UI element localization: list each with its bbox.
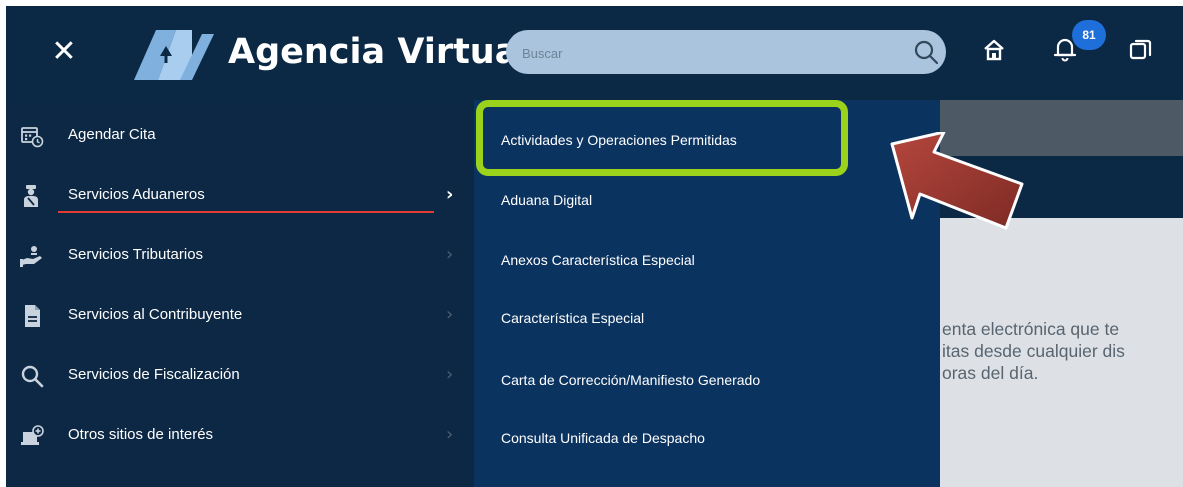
chevron-right-icon: › bbox=[446, 364, 454, 385]
sidebar-item-servicios-contribuyente[interactable]: Servicios al Contribuyente › bbox=[6, 288, 474, 344]
windows-icon[interactable] bbox=[1128, 37, 1154, 63]
sidebar-item-servicios-aduaneros[interactable]: Servicios Aduaneros › bbox=[6, 168, 474, 224]
sidebar-item-label: Servicios al Contribuyente bbox=[68, 306, 243, 323]
sidebar-item-label: Servicios Aduaneros bbox=[68, 186, 205, 203]
active-item-underline bbox=[58, 211, 434, 213]
description-line: oras del día. bbox=[942, 363, 1039, 383]
chevron-right-icon: › bbox=[446, 244, 454, 265]
chevron-right-icon: › bbox=[446, 304, 454, 325]
notification-badge: 81 bbox=[1072, 20, 1106, 50]
search-icon[interactable] bbox=[912, 38, 940, 66]
sidebar-item-servicios-fiscalizacion[interactable]: Servicios de Fiscalización › bbox=[6, 348, 474, 404]
home-icon[interactable] bbox=[981, 37, 1007, 63]
search-input[interactable] bbox=[520, 39, 904, 67]
description-line: enta electrónica que te bbox=[942, 319, 1120, 339]
submenu-item[interactable]: Aduana Digital bbox=[474, 172, 940, 230]
chevron-right-icon: › bbox=[446, 184, 454, 205]
submenu-item-label: Consulta Unificada de Despacho bbox=[501, 430, 705, 446]
highlight-box bbox=[476, 100, 848, 176]
document-icon bbox=[25, 305, 40, 327]
search-bar bbox=[506, 30, 946, 74]
sidebar-item-label: Agendar Cita bbox=[68, 126, 156, 143]
description-line: itas desde cualquier dis bbox=[942, 341, 1125, 361]
submenu-item[interactable]: Carta de Corrección/Manifiesto Generado bbox=[474, 352, 940, 410]
agencia-virtual-logo-icon bbox=[134, 30, 214, 80]
sidebar-item-otros-sitios[interactable]: Otros sitios de interés › bbox=[6, 408, 474, 464]
submenu-item[interactable]: Característica Especial bbox=[474, 290, 940, 348]
brand-title: Agencia Virtual bbox=[228, 32, 531, 72]
pointer-arrow-icon bbox=[890, 132, 1024, 230]
submenu-item-label: Característica Especial bbox=[501, 310, 645, 326]
chevron-right-icon: › bbox=[446, 424, 454, 445]
sidebar-item-agendar-cita[interactable]: Agendar Cita bbox=[6, 108, 474, 164]
laptop-plus-icon bbox=[21, 425, 44, 445]
content-description: enta electrónica que te itas desde cualq… bbox=[942, 318, 1125, 384]
submenu-item-label: Carta de Corrección/Manifiesto Generado bbox=[501, 372, 761, 388]
submenu-item-label: Aduana Digital bbox=[501, 192, 593, 208]
sidebar: Agendar Cita Servicios Aduaneros › Servi… bbox=[6, 100, 474, 487]
customs-officer-icon bbox=[24, 185, 38, 207]
submenu-item[interactable]: Anexos Característica Especial bbox=[474, 232, 940, 290]
top-bar: ✕ Agencia Virtual 81 bbox=[6, 6, 1183, 100]
submenu-item-label: Anexos Característica Especial bbox=[501, 252, 695, 268]
app-window: ✕ Agencia Virtual 81 bbox=[6, 6, 1183, 487]
sidebar-item-label: Servicios de Fiscalización bbox=[68, 366, 240, 383]
close-menu-icon[interactable]: ✕ bbox=[46, 34, 82, 70]
sidebar-item-servicios-tributarios[interactable]: Servicios Tributarios › bbox=[6, 228, 474, 284]
hand-coins-icon bbox=[20, 246, 42, 267]
calendar-clock-icon bbox=[21, 127, 44, 148]
submenu-item[interactable]: Consulta Unificada de Despacho bbox=[474, 410, 940, 468]
sidebar-item-label: Otros sitios de interés bbox=[68, 426, 214, 443]
sidebar-item-label: Servicios Tributarios bbox=[68, 246, 204, 263]
magnifier-icon bbox=[21, 365, 44, 388]
